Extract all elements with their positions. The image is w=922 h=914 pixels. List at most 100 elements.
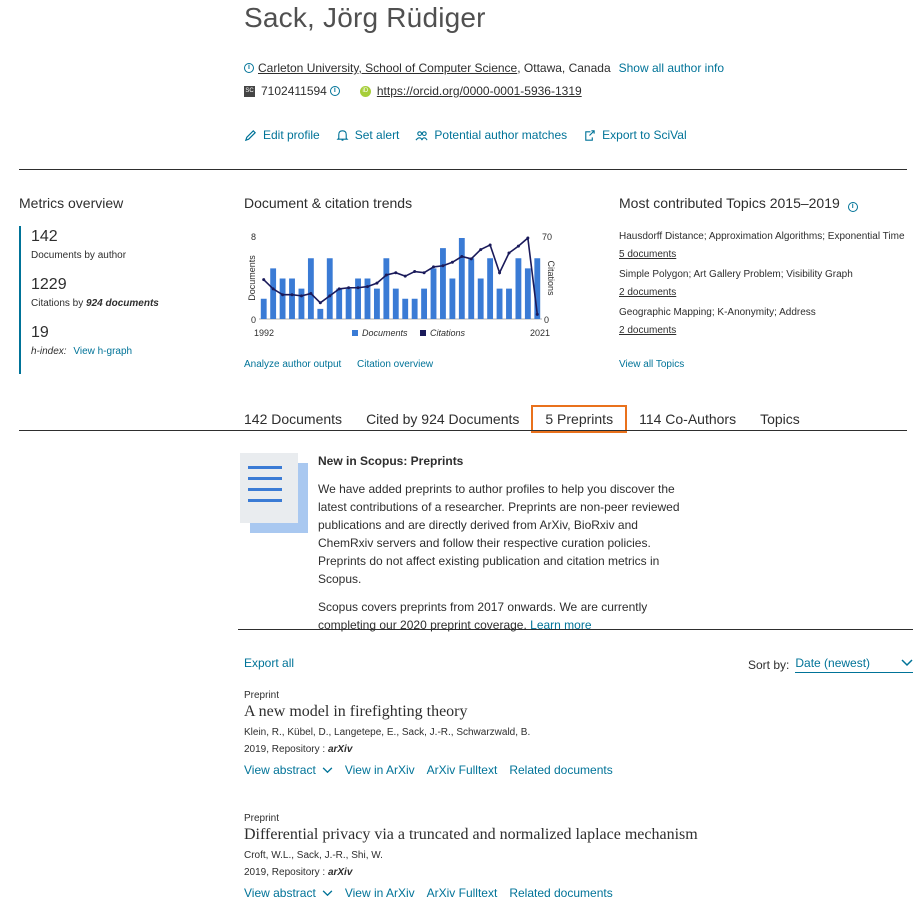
- document-citation-chart: 8 0 70 0 Documents Citations 1992 2021 Documents…: [247, 232, 556, 338]
- set-alert-button[interactable]: Set alert: [336, 128, 399, 142]
- hindex-value: 19: [31, 324, 49, 341]
- documents-label: Documents by author: [31, 250, 127, 261]
- document-repository: arXiv: [327, 744, 353, 755]
- tab-documents[interactable]: 142 Documents: [244, 405, 342, 433]
- pencil-icon: [244, 129, 256, 141]
- metrics-panel: 142 Documents by author 1229 Citations b…: [19, 226, 219, 374]
- result-item: Preprint Differential privacy via a trun…: [244, 813, 894, 900]
- sort-control: Sort by: Date (newest): [748, 656, 914, 673]
- topic-name: Geographic Mapping; K-Anonymity; Address: [619, 307, 816, 318]
- chart-point: [262, 278, 266, 282]
- document-title[interactable]: A new model in firefighting theory: [244, 703, 894, 721]
- export-scival-label: Export to SciVal: [602, 128, 687, 142]
- tab-topics[interactable]: Topics: [760, 405, 800, 433]
- orcid-link[interactable]: https://orcid.org/0000-0001-5936-1319: [377, 84, 582, 98]
- chart-y-tick-right: 0: [544, 315, 549, 325]
- topic-documents-link[interactable]: 2 documents: [619, 287, 905, 298]
- analyze-author-output-link[interactable]: Analyze author output: [244, 359, 341, 370]
- view-abstract-button[interactable]: View abstract: [244, 886, 333, 900]
- citations-label-text: Citations by: [31, 298, 87, 309]
- chart-point: [460, 255, 464, 259]
- hindex-row: h-index: View h-graph: [31, 346, 219, 357]
- affiliation-link[interactable]: Carleton University, School of Computer …: [258, 61, 517, 75]
- topic-name: Hausdorff Distance; Approximation Algori…: [619, 231, 905, 242]
- notice-title: New in Scopus: Preprints: [318, 454, 464, 468]
- citations-label: Citations by 924 documents: [31, 298, 219, 309]
- identifier-row: SC 7102411594 i iD https://orcid.org/000…: [244, 84, 582, 98]
- topics-title-text: Most contributed Topics 2015–2019: [619, 195, 840, 211]
- topics-list: Hausdorff Distance; Approximation Algori…: [619, 231, 905, 336]
- related-documents-link[interactable]: Related documents: [509, 763, 612, 777]
- tab-co-authors[interactable]: 114 Co-Authors: [639, 405, 736, 433]
- topic-name: Simple Polygon; Art Gallery Problem; Vis…: [619, 269, 853, 280]
- chart-bar: [477, 278, 484, 319]
- header-divider: [19, 169, 907, 170]
- result-item: Preprint A new model in firefighting the…: [244, 690, 894, 777]
- chart-point: [441, 264, 445, 268]
- chevron-down-icon: [322, 889, 333, 896]
- export-all-link[interactable]: Export all: [244, 656, 294, 670]
- document-type: Preprint: [244, 690, 280, 701]
- chart-point: [318, 301, 322, 305]
- chart-bar: [458, 238, 465, 319]
- show-author-info-link[interactable]: Show all author info: [619, 61, 724, 75]
- legend-documents-swatch: [352, 330, 358, 336]
- tab-cited-by[interactable]: Cited by 924 Documents: [366, 405, 519, 433]
- document-title[interactable]: Differential privacy via a truncated and…: [244, 826, 894, 844]
- view-abstract-label: View abstract: [244, 886, 316, 900]
- view-all-topics-link[interactable]: View all Topics: [619, 359, 684, 370]
- chart-bar: [345, 288, 352, 319]
- chart-point: [488, 243, 492, 247]
- chart-point: [413, 270, 417, 274]
- document-type: Preprint: [244, 813, 280, 824]
- chart-bar: [402, 298, 409, 319]
- chart-point: [403, 274, 407, 278]
- chart-point: [450, 260, 454, 264]
- arxiv-fulltext-link[interactable]: ArXiv Fulltext: [427, 886, 498, 900]
- profile-tabs: 142 Documents Cited by 924 Documents 5 P…: [244, 405, 824, 433]
- chart-point: [394, 271, 398, 275]
- edit-profile-button[interactable]: Edit profile: [244, 128, 320, 142]
- view-in-arxiv-link[interactable]: View in ArXiv: [345, 763, 415, 777]
- chart-point: [281, 293, 285, 297]
- chart-point: [384, 273, 388, 277]
- chart-bar: [307, 258, 314, 319]
- chart-bar: [468, 258, 475, 319]
- sort-select[interactable]: Date (newest): [795, 656, 914, 673]
- potential-author-matches-button[interactable]: Potential author matches: [415, 128, 567, 142]
- info-icon[interactable]: i: [329, 86, 340, 96]
- chart-bar: [336, 288, 343, 319]
- chart-point: [432, 265, 436, 269]
- related-documents-link[interactable]: Related documents: [509, 886, 612, 900]
- citation-overview-link[interactable]: Citation overview: [357, 359, 433, 370]
- chart-bar: [364, 278, 371, 319]
- chart-point: [507, 251, 511, 255]
- chart-bar: [421, 288, 428, 319]
- scopus-author-id: 7102411594: [261, 84, 327, 98]
- view-in-arxiv-link[interactable]: View in ArXiv: [345, 886, 415, 900]
- chart-point: [469, 257, 473, 261]
- chart-bar: [383, 258, 390, 319]
- info-icon[interactable]: i: [244, 63, 254, 73]
- topic-documents-link[interactable]: 2 documents: [619, 325, 905, 336]
- chart-bar: [449, 278, 456, 319]
- preprint-notice: New in Scopus: Preprints We have added p…: [318, 452, 688, 644]
- chart-bar: [430, 268, 437, 319]
- info-icon[interactable]: i: [847, 202, 858, 212]
- chart-bar: [515, 258, 522, 319]
- topic-documents-link[interactable]: 5 documents: [619, 249, 905, 260]
- chart-citations-line: [263, 236, 539, 315]
- documents-count: 142: [31, 228, 58, 245]
- chart-bar: [487, 258, 494, 319]
- tab-preprints[interactable]: 5 Preprints: [531, 405, 628, 433]
- affiliation-location: , Ottawa, Canada: [517, 61, 611, 75]
- chart-point: [328, 294, 332, 298]
- chart-point: [271, 287, 275, 291]
- view-hgraph-link[interactable]: View h-graph: [73, 346, 132, 357]
- arxiv-fulltext-link[interactable]: ArXiv Fulltext: [427, 763, 498, 777]
- notice-divider: [238, 629, 913, 630]
- chevron-down-icon: [322, 766, 333, 773]
- view-abstract-button[interactable]: View abstract: [244, 763, 333, 777]
- export-scival-button[interactable]: Export to SciVal: [583, 128, 687, 142]
- notice-paragraph: We have added preprints to author profil…: [318, 482, 680, 586]
